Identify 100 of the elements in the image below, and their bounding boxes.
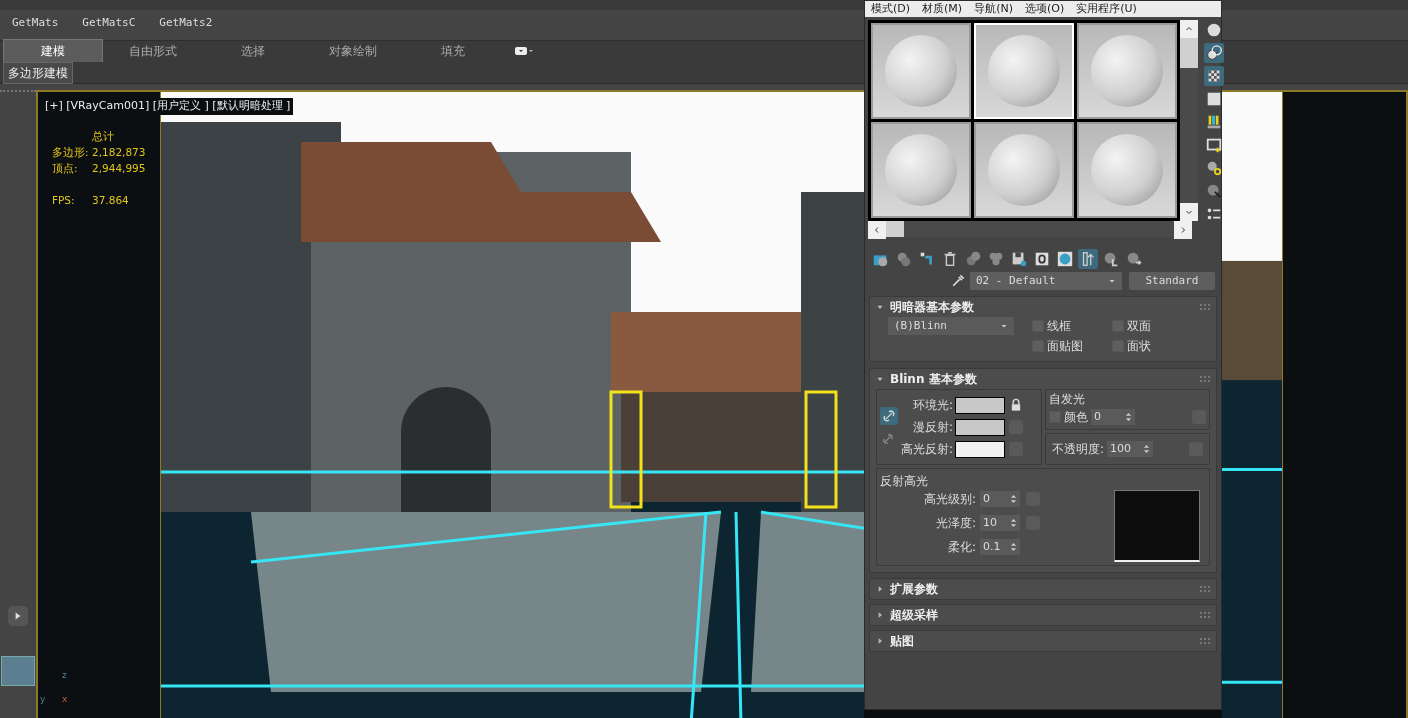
toolbar-button[interactable]: GetMats <box>0 12 71 34</box>
track-panel <box>1 656 35 686</box>
checker-gear-icon <box>1205 159 1223 177</box>
checker-frame-icon <box>1056 250 1074 268</box>
spinner-value: 0 <box>983 490 990 507</box>
color-label: 环境光: <box>912 397 954 414</box>
ribbon-panel-tab[interactable]: 多边形建模 <box>3 61 73 84</box>
go-parent-icon <box>1102 250 1120 268</box>
material-name-field[interactable]: 02 - Default <box>970 272 1122 290</box>
rollout-header[interactable]: 超级采样 <box>870 605 1216 625</box>
spinner-field[interactable]: 0.1 <box>980 539 1020 555</box>
scroll-up-button[interactable] <box>1180 20 1198 38</box>
toolbar-button[interactable]: GetMats2 <box>147 12 225 34</box>
field-label: 柔化: <box>946 539 976 556</box>
spinner-arrows-icon <box>1010 542 1017 552</box>
spinner-field[interactable]: 0 <box>1091 409 1135 425</box>
checkbox-label: 面贴图 <box>1047 338 1083 355</box>
material-sample-slot[interactable] <box>974 122 1074 218</box>
spinner-arrows-icon <box>1010 518 1017 528</box>
checkbox-label: 颜色 <box>1064 409 1088 426</box>
scrollbar-thumb[interactable] <box>1180 38 1198 68</box>
spinner-arrows-icon <box>1010 494 1017 504</box>
checker-button[interactable] <box>1204 66 1224 86</box>
shader-dropdown[interactable]: (B)Blinn <box>888 317 1014 335</box>
stats-label: 多边形: <box>52 145 90 160</box>
eyedropper-icon <box>950 273 966 289</box>
menu-item[interactable]: 材质(M) <box>922 1 963 17</box>
scroll-left-button[interactable] <box>868 221 886 239</box>
grip-icon <box>1200 638 1210 644</box>
sphere-icon <box>1205 21 1223 39</box>
field-label: 光泽度: <box>934 515 976 532</box>
spinner-field[interactable]: 0 <box>980 491 1020 507</box>
toolbar-button[interactable]: GetMatsC <box>70 12 148 34</box>
menu-item[interactable]: 模式(D) <box>871 1 911 17</box>
save-icon <box>1010 250 1028 268</box>
ribbon-tab[interactable]: 选择 <box>203 40 303 62</box>
checker-stack-icon <box>895 250 913 268</box>
checkbox-label: 双面 <box>1127 318 1151 335</box>
ribbon-tab[interactable]: 填充 <box>403 40 503 62</box>
checkbox-label: 面状 <box>1127 338 1151 355</box>
material-sample-slot[interactable] <box>871 122 971 218</box>
scroll-right-button[interactable] <box>1174 221 1192 239</box>
ribbon-tab[interactable]: 对象绘制 <box>303 40 403 62</box>
rollout-header[interactable]: 明暗器基本参数 <box>870 297 1216 317</box>
grip-icon <box>1200 586 1210 592</box>
caret-icon <box>1000 322 1008 330</box>
lock-link-button[interactable] <box>880 407 898 425</box>
color-swatch[interactable] <box>955 418 1006 436</box>
rollout-title: 超级采样 <box>890 607 938 624</box>
rollout-header[interactable]: 扩展参数 <box>870 579 1216 599</box>
axis-label: y <box>40 694 46 704</box>
ribbon-tab[interactable]: 建模 <box>3 39 103 62</box>
film-icon <box>1205 136 1223 154</box>
show-map-button[interactable] <box>1078 249 1098 269</box>
scrollbar-thumb[interactable] <box>886 221 904 237</box>
dropdown-icon[interactable] <box>513 44 535 58</box>
material-name-text: 02 - Default <box>976 273 1056 289</box>
color-label: 漫反射: <box>912 419 954 436</box>
rollout-title: Blinn 基本参数 <box>890 371 977 388</box>
multi-checker-icon <box>987 250 1005 268</box>
checkbox-label: 线框 <box>1047 318 1071 335</box>
menu-item[interactable]: 实用程序(U) <box>1076 1 1137 17</box>
rollout-title: 贴图 <box>890 633 914 650</box>
stats-value: 2,182,873 <box>92 145 147 160</box>
caret-icon <box>1108 277 1116 285</box>
menu-item[interactable]: 导航(N) <box>974 1 1013 17</box>
material-sample-slot[interactable] <box>871 23 971 119</box>
rollout-header[interactable]: 贴图 <box>870 631 1216 651</box>
material-type-button[interactable]: Standard <box>1129 272 1215 290</box>
material-sample-slot[interactable] <box>1077 122 1177 218</box>
material-sample-slot[interactable] <box>1077 23 1177 119</box>
menu-item[interactable]: 选项(O) <box>1024 1 1065 17</box>
copy-icon <box>964 250 982 268</box>
stats-header: 总计 <box>92 129 115 144</box>
link-icon <box>881 432 895 446</box>
scroll-down-button[interactable] <box>1180 203 1198 221</box>
axis-label: z <box>62 670 67 680</box>
expand-button[interactable] <box>8 606 28 626</box>
rollout-title: 明暗器基本参数 <box>890 299 974 316</box>
stats-value: 2,944,995 <box>92 161 147 176</box>
color-swatch[interactable] <box>955 396 1006 414</box>
checker-frame-button[interactable] <box>1055 249 1075 269</box>
axis-label: x <box>62 694 68 704</box>
color-label: 高光反射: <box>901 441 954 458</box>
spheres-icon <box>1205 44 1223 62</box>
ribbon-tab[interactable]: 自由形式 <box>103 40 203 62</box>
spinner-value: 0 <box>1094 408 1101 425</box>
color-swatch[interactable] <box>955 440 1006 458</box>
rollout-header[interactable]: Blinn 基本参数 <box>870 369 1216 389</box>
rollout-title: 扩展参数 <box>890 581 938 598</box>
go-sibling-icon <box>1125 250 1143 268</box>
grip-icon <box>1200 304 1210 310</box>
viewport-label[interactable]: [+] [VRayCam001] [用户定义 ] [默认明暗处理 ] <box>42 98 294 115</box>
spinner-field[interactable]: 10 <box>980 515 1020 531</box>
spheres-button[interactable] <box>1204 43 1224 63</box>
spinner-value: 100 <box>1110 440 1132 457</box>
link-icon <box>881 408 897 424</box>
group-title: 自发光 <box>1049 391 1086 408</box>
spinner-field[interactable]: 100 <box>1107 441 1154 457</box>
fps-label: FPS: <box>52 193 76 208</box>
